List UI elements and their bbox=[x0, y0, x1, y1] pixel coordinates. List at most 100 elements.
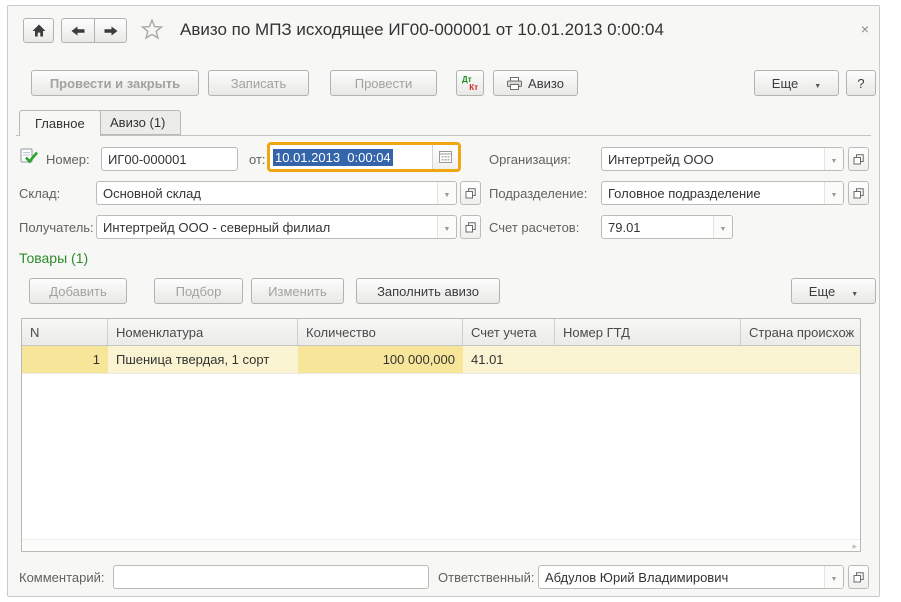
receiver-label: Получатель: bbox=[19, 220, 94, 235]
cell-gtd[interactable] bbox=[555, 346, 741, 373]
tab-avizo[interactable]: Авизо (1) bbox=[94, 110, 181, 135]
date-field[interactable]: 10.01.2013 0:00:04 bbox=[267, 142, 461, 172]
account-field[interactable]: 79.01 bbox=[601, 215, 733, 239]
receiver-value: Интертрейд ООО - северный филиал bbox=[97, 220, 437, 235]
account-value: 79.01 bbox=[602, 220, 713, 235]
avizo-print-label: Авизо bbox=[528, 76, 564, 91]
tab-main[interactable]: Главное bbox=[19, 110, 101, 136]
col-header-nomenclature[interactable]: Номенклатура bbox=[108, 319, 298, 345]
cell-country[interactable] bbox=[741, 346, 860, 373]
responsible-label: Ответственный: bbox=[438, 570, 534, 585]
home-button[interactable] bbox=[23, 18, 54, 43]
close-icon[interactable]: × bbox=[861, 22, 869, 36]
comment-field[interactable] bbox=[113, 565, 429, 589]
posted-document-icon bbox=[20, 147, 39, 165]
horizontal-scrollbar[interactable]: ▸ bbox=[22, 539, 860, 551]
division-open-button[interactable] bbox=[848, 181, 869, 205]
chevron-down-icon[interactable] bbox=[444, 184, 451, 202]
cell-quantity[interactable]: 100 000,000 bbox=[298, 346, 463, 373]
open-window-icon bbox=[465, 222, 476, 233]
cell-nomenclature[interactable]: Пшеница твердая, 1 сорт bbox=[108, 346, 298, 373]
responsible-dropdown bbox=[824, 566, 843, 588]
help-button[interactable]: ? bbox=[846, 70, 876, 96]
col-header-gtd[interactable]: Номер ГТД bbox=[555, 319, 741, 345]
fill-avizo-button[interactable]: Заполнить авизо bbox=[356, 278, 500, 304]
chevron-down-icon bbox=[814, 76, 821, 91]
app-window: Авизо по МПЗ исходящее ИГ00-000001 от 10… bbox=[0, 0, 901, 602]
col-header-account[interactable]: Счет учета bbox=[463, 319, 555, 345]
edit-row-button[interactable]: Изменить bbox=[251, 278, 344, 304]
division-label: Подразделение: bbox=[489, 186, 587, 201]
receiver-field[interactable]: Интертрейд ООО - северный филиал bbox=[96, 215, 457, 239]
warehouse-label: Склад: bbox=[19, 186, 60, 201]
chevron-down-icon[interactable] bbox=[831, 150, 838, 168]
dtkt-register-button[interactable]: Дт Кт bbox=[456, 70, 484, 96]
comment-label: Комментарий: bbox=[19, 570, 105, 585]
calendar-button[interactable] bbox=[432, 145, 458, 169]
number-value: ИГ00-000001 bbox=[102, 152, 237, 167]
history-nav bbox=[61, 18, 127, 43]
post-and-close-button[interactable]: Провести и закрыть bbox=[31, 70, 199, 96]
forward-arrow-icon bbox=[104, 26, 118, 36]
responsible-field[interactable]: Абдулов Юрий Владимирович bbox=[538, 565, 844, 589]
toolbar-more-button[interactable]: Еще bbox=[754, 70, 839, 96]
number-field[interactable]: ИГ00-000001 bbox=[101, 147, 238, 171]
chevron-down-icon[interactable] bbox=[720, 218, 727, 236]
scroll-right-icon[interactable]: ▸ bbox=[852, 540, 857, 552]
document-window: Авизо по МПЗ исходящее ИГ00-000001 от 10… bbox=[7, 5, 880, 597]
warehouse-value: Основной склад bbox=[97, 186, 437, 201]
warehouse-dropdown bbox=[437, 182, 456, 204]
division-dropdown bbox=[824, 182, 843, 204]
cell-n[interactable]: 1 bbox=[22, 346, 108, 373]
col-header-country[interactable]: Страна происхож bbox=[741, 319, 860, 345]
col-header-quantity[interactable]: Количество bbox=[298, 319, 463, 345]
open-window-icon bbox=[853, 154, 864, 165]
table-row[interactable]: 1 Пшеница твердая, 1 сорт 100 000,000 41… bbox=[22, 346, 860, 374]
chevron-down-icon[interactable] bbox=[831, 568, 838, 586]
favorite-star-icon[interactable] bbox=[141, 19, 163, 40]
dtkt-icon: Дт Кт bbox=[462, 75, 478, 92]
date-value: 10.01.2013 0:00:04 bbox=[273, 149, 393, 166]
open-window-icon bbox=[853, 188, 864, 199]
chevron-down-icon[interactable] bbox=[444, 218, 451, 236]
organization-dropdown bbox=[824, 148, 843, 170]
col-header-n[interactable]: N bbox=[22, 319, 108, 345]
organization-value: Интертрейд ООО bbox=[602, 152, 824, 167]
date-label: от: bbox=[249, 152, 266, 167]
receiver-open-button[interactable] bbox=[460, 215, 481, 239]
warehouse-field[interactable]: Основной склад bbox=[96, 181, 457, 205]
goods-table: N Номенклатура Количество Счет учета Ном… bbox=[21, 318, 861, 552]
chevron-down-icon bbox=[851, 284, 858, 299]
pick-button[interactable]: Подбор bbox=[154, 278, 243, 304]
home-icon bbox=[32, 24, 46, 37]
page-title: Авизо по МПЗ исходящее ИГ00-000001 от 10… bbox=[180, 20, 664, 40]
goods-more-button[interactable]: Еще bbox=[791, 278, 876, 304]
forward-button[interactable] bbox=[94, 18, 127, 43]
organization-field[interactable]: Интертрейд ООО bbox=[601, 147, 844, 171]
number-label: Номер: bbox=[46, 152, 90, 167]
tab-divider bbox=[16, 135, 871, 136]
add-row-button[interactable]: Добавить bbox=[29, 278, 127, 304]
avizo-print-button[interactable]: Авизо bbox=[493, 70, 578, 96]
cell-account[interactable]: 41.01 bbox=[463, 346, 555, 373]
open-window-icon bbox=[465, 188, 476, 199]
back-button[interactable] bbox=[61, 18, 94, 43]
save-button[interactable]: Записать bbox=[208, 70, 309, 96]
organization-open-button[interactable] bbox=[848, 147, 869, 171]
receiver-dropdown bbox=[437, 216, 456, 238]
chevron-down-icon[interactable] bbox=[831, 184, 838, 202]
more-label: Еще bbox=[809, 284, 835, 299]
post-button[interactable]: Провести bbox=[330, 70, 437, 96]
account-dropdown bbox=[713, 216, 732, 238]
organization-label: Организация: bbox=[489, 152, 571, 167]
open-window-icon bbox=[853, 572, 864, 583]
warehouse-open-button[interactable] bbox=[460, 181, 481, 205]
responsible-open-button[interactable] bbox=[848, 565, 869, 589]
table-header-row: N Номенклатура Количество Счет учета Ном… bbox=[22, 319, 860, 346]
calendar-icon bbox=[439, 151, 452, 163]
division-value: Головное подразделение bbox=[602, 186, 824, 201]
printer-icon bbox=[507, 77, 522, 90]
goods-section-title: Товары (1) bbox=[19, 250, 88, 266]
back-arrow-icon bbox=[71, 26, 85, 36]
division-field[interactable]: Головное подразделение bbox=[601, 181, 844, 205]
